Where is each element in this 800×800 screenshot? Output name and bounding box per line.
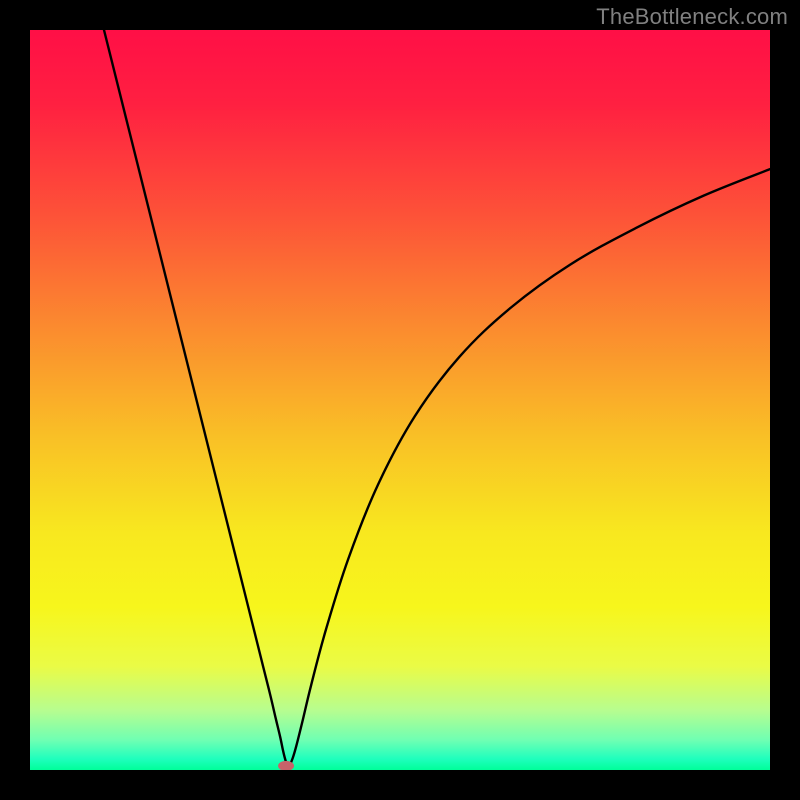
chart-frame: TheBottleneck.com	[0, 0, 800, 800]
watermark-text: TheBottleneck.com	[596, 4, 788, 30]
plot-area	[30, 30, 770, 770]
gradient-background	[30, 30, 770, 770]
chart-svg	[30, 30, 770, 770]
